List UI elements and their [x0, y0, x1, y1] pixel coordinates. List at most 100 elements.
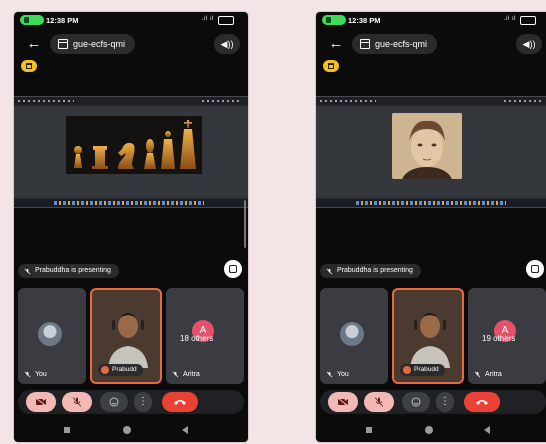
signal-icon: .ıl ıl — [503, 16, 516, 22]
call-controls: ⋮ — [320, 390, 546, 414]
back-button[interactable] — [484, 426, 490, 434]
avatar — [340, 322, 364, 346]
participant-tile-you[interactable]: You — [320, 288, 388, 384]
shared-slide — [14, 107, 248, 197]
presenting-label: Prabuddha is presenting — [35, 267, 111, 274]
fullscreen-icon[interactable] — [526, 260, 544, 278]
tile-name: Aritra — [474, 371, 502, 378]
emoji-icon — [109, 397, 119, 407]
back-arrow-icon[interactable]: ← — [326, 34, 346, 54]
recents-button[interactable] — [64, 427, 70, 433]
shared-toolbar — [14, 97, 248, 105]
calendar-icon — [360, 39, 370, 49]
mic-off-icon — [375, 397, 383, 407]
shared-screen — [14, 96, 248, 208]
meeting-header: ← gue-ecfs-qmi ◀)) — [14, 34, 248, 56]
home-button[interactable] — [123, 426, 131, 434]
call-controls: ⋮ — [18, 390, 244, 414]
ongoing-call-indicator[interactable] — [20, 15, 44, 25]
back-button[interactable] — [182, 426, 188, 434]
mic-off-icon — [172, 371, 179, 378]
hang-up-button[interactable] — [162, 392, 198, 412]
participant-tile-others[interactable]: A 18 others Aritra — [166, 288, 244, 384]
reactions-button[interactable] — [100, 392, 128, 412]
participant-name: You — [337, 371, 349, 378]
participant-name: Prabudd — [112, 366, 137, 373]
ongoing-call-indicator[interactable] — [322, 15, 346, 25]
signal-icon: .ıl ıl — [201, 16, 214, 22]
status-time: 12:38 PM — [348, 16, 381, 25]
scrollbar[interactable] — [244, 200, 246, 248]
tile-name: You — [326, 371, 349, 378]
speaker-icon[interactable]: ◀)) — [214, 34, 240, 54]
mic-off-icon — [24, 268, 31, 274]
presenting-chip: Prabuddha is presenting — [18, 264, 119, 278]
mic-off-icon — [326, 371, 333, 378]
tile-name: Aritra — [172, 371, 200, 378]
shared-taskbar — [14, 199, 248, 207]
home-button[interactable] — [425, 426, 433, 434]
calendar-icon — [58, 39, 68, 49]
more-icon[interactable]: ⋮ — [134, 392, 152, 412]
hang-up-button[interactable] — [464, 392, 500, 412]
info-icon[interactable] — [323, 60, 339, 72]
hang-up-icon — [476, 400, 488, 405]
battery-icon — [218, 16, 234, 25]
shared-toolbar — [316, 97, 546, 105]
participant-name: Prabudd — [414, 366, 439, 373]
shared-slide — [316, 107, 546, 197]
participant-tile-presenter[interactable]: Prabudd — [392, 288, 464, 384]
presenter-video — [410, 313, 450, 368]
meeting-code: gue-ecfs-qmi — [73, 39, 126, 49]
mic-off-icon — [73, 397, 81, 407]
camera-toggle-button[interactable] — [26, 392, 56, 412]
mic-off-icon — [24, 371, 31, 378]
meeting-code-pill[interactable]: gue-ecfs-qmi — [50, 34, 136, 54]
meeting-header: ← gue-ecfs-qmi ◀)) — [316, 34, 546, 56]
speaker-icon[interactable]: ◀)) — [516, 34, 542, 54]
participant-tile-you[interactable]: You — [18, 288, 86, 384]
meeting-code-pill[interactable]: gue-ecfs-qmi — [352, 34, 438, 54]
presenter-video — [108, 313, 148, 368]
battery-icon — [520, 16, 536, 25]
back-arrow-icon[interactable]: ← — [24, 34, 44, 54]
system-nav-bar — [14, 418, 248, 442]
mic-toggle-button[interactable] — [364, 392, 394, 412]
phone-screen-left: 12:38 PM .ıl ıl ← gue-ecfs-qmi ◀)) Prabu… — [14, 12, 248, 442]
presenting-chip: Prabuddha is presenting — [320, 264, 421, 278]
mic-toggle-button[interactable] — [62, 392, 92, 412]
avatar — [38, 322, 62, 346]
shared-taskbar — [316, 199, 546, 207]
chess-pieces-image — [66, 116, 202, 174]
camera-toggle-button[interactable] — [328, 392, 358, 412]
speaking-indicator-icon — [101, 366, 109, 374]
info-icon[interactable] — [21, 60, 37, 72]
fullscreen-icon[interactable] — [224, 260, 242, 278]
participant-name: Aritra — [183, 371, 200, 378]
tile-name: Prabudd — [98, 364, 143, 376]
status-bar: 12:38 PM .ıl ıl — [316, 12, 546, 28]
emoji-icon — [411, 397, 421, 407]
tile-name: Prabudd — [400, 364, 445, 376]
hang-up-icon — [174, 400, 186, 405]
meeting-code: gue-ecfs-qmi — [375, 39, 428, 49]
participant-name: Aritra — [485, 371, 502, 378]
speaking-indicator-icon — [403, 366, 411, 374]
mic-off-icon — [326, 268, 333, 274]
participant-tile-others[interactable]: A 19 others Aritra — [468, 288, 546, 384]
phone-screen-right: 12:38 PM .ıl ıl ← gue-ecfs-qmi ◀)) Prabu… — [316, 12, 546, 442]
others-count: 19 others — [482, 334, 516, 343]
participant-name: You — [35, 371, 47, 378]
tile-name: You — [24, 371, 47, 378]
others-count: 18 others — [180, 334, 214, 343]
camera-off-icon — [36, 398, 46, 406]
more-icon[interactable]: ⋮ — [436, 392, 454, 412]
status-time: 12:38 PM — [46, 16, 79, 25]
mic-off-icon — [474, 371, 481, 378]
reactions-button[interactable] — [402, 392, 430, 412]
system-nav-bar — [316, 418, 546, 442]
camera-off-icon — [338, 398, 348, 406]
recents-button[interactable] — [366, 427, 372, 433]
status-bar: 12:38 PM .ıl ıl — [14, 12, 248, 28]
participant-tile-presenter[interactable]: Prabudd — [90, 288, 162, 384]
